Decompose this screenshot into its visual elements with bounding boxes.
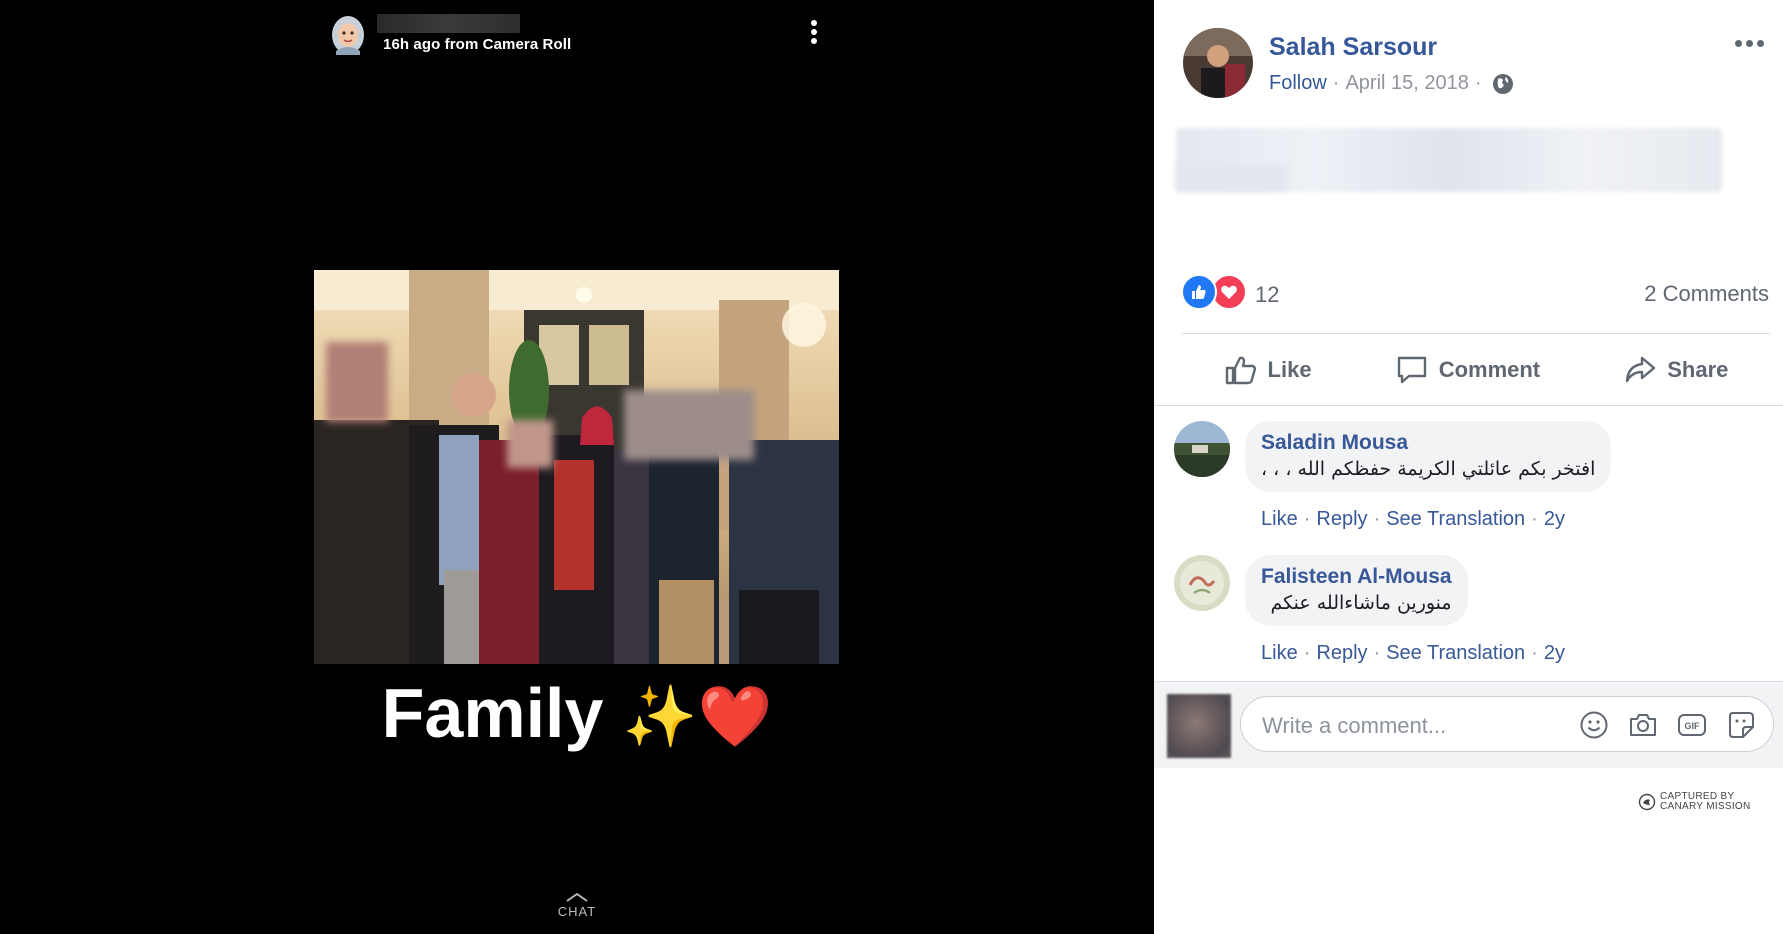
post-date[interactable]: April 15, 2018	[1345, 72, 1468, 95]
separator: ·	[1373, 642, 1381, 664]
comment-placeholder: Write a comment...	[1262, 713, 1447, 738]
canary-mission-watermark: CAPTURED BY CANARY MISSION	[1638, 792, 1751, 812]
chat-label: CHAT	[557, 904, 597, 919]
post-subline: Follow · April 15, 2018 ·	[1269, 72, 1514, 95]
divider	[1154, 405, 1783, 406]
separator: ·	[1332, 72, 1340, 94]
canary-logo-icon	[1638, 793, 1656, 811]
separator: ·	[1474, 72, 1482, 94]
redacted-post-text-line2	[1176, 165, 1286, 191]
redacted-username	[377, 14, 520, 33]
comment-actions: Like · Reply · See Translation · 2y	[1261, 508, 1565, 531]
gif-icon[interactable]: GIF	[1676, 709, 1708, 741]
reaction-count: 12	[1255, 282, 1280, 307]
heart-emoji: ❤️	[697, 683, 773, 750]
story-viewer: 16h ago from Camera Roll Family ✨❤️ CHAT	[0, 0, 1154, 934]
comments-count[interactable]: 2 Comments	[1644, 281, 1769, 307]
share-icon	[1626, 356, 1656, 383]
see-translation-link[interactable]: See Translation	[1386, 508, 1525, 531]
share-label: Share	[1667, 357, 1729, 382]
comment-text: افتخر بكم عائلتي الكريمة حفظكم الله ، ، …	[1261, 458, 1596, 480]
chevron-up-icon	[566, 892, 588, 902]
comment-icon	[1397, 356, 1426, 384]
comment-reply-link[interactable]: Reply	[1316, 642, 1367, 665]
emoji-icon[interactable]	[1578, 709, 1610, 741]
follow-link[interactable]: Follow	[1269, 72, 1327, 95]
globe-icon[interactable]	[1492, 73, 1514, 95]
svg-text:GIF: GIF	[1685, 721, 1701, 731]
story-photo	[314, 270, 839, 664]
comment-like-link[interactable]: Like	[1261, 642, 1298, 665]
story-timestamp: 16h ago from Camera Roll	[383, 36, 572, 53]
like-label: Like	[1267, 357, 1312, 382]
comment-composer: Write a comment... GIF	[1154, 681, 1783, 768]
more-dots-icon[interactable]	[1735, 36, 1767, 50]
sparkles-emoji: ✨	[622, 683, 698, 750]
sticker-icon[interactable]	[1725, 709, 1757, 741]
comment-button[interactable]: Comment	[1395, 354, 1540, 386]
composer-icons: GIF	[1578, 709, 1757, 741]
like-reaction-icon	[1181, 274, 1217, 310]
commenter-avatar[interactable]	[1174, 421, 1230, 477]
commenter-avatar[interactable]	[1174, 555, 1230, 611]
comment-age[interactable]: 2y	[1544, 642, 1565, 665]
comment-age[interactable]: 2y	[1544, 508, 1565, 531]
comment-actions: Like · Reply · See Translation · 2y	[1261, 642, 1565, 665]
story-caption: Family ✨❤️	[0, 673, 1154, 753]
story-caption-text: Family	[381, 674, 604, 752]
reactions-summary[interactable]: 12	[1181, 274, 1280, 310]
viewer-avatar	[1167, 694, 1231, 758]
author-name[interactable]: Salah Sarsour	[1269, 33, 1437, 62]
commenter-name[interactable]: Saladin Mousa	[1261, 431, 1595, 455]
separator: ·	[1531, 508, 1538, 530]
comment-like-link[interactable]: Like	[1261, 508, 1298, 531]
watermark-line2: CANARY MISSION	[1660, 801, 1751, 812]
like-button[interactable]: Like	[1224, 354, 1312, 386]
author-avatar[interactable]	[1183, 28, 1253, 98]
commenter-name[interactable]: Falisteen Al-Mousa	[1261, 565, 1452, 589]
separator: ·	[1531, 642, 1538, 664]
chat-button[interactable]: CHAT	[0, 892, 1154, 919]
divider	[1182, 333, 1770, 334]
comment-bubble: Saladin Mousa افتخر بكم عائلتي الكريمة ح…	[1245, 421, 1612, 492]
separator: ·	[1303, 642, 1311, 664]
post-actions: Like Comment Share	[1182, 344, 1770, 396]
facebook-post: Salah Sarsour Follow · April 15, 2018 · …	[1154, 0, 1783, 934]
thumbs-up-icon	[1225, 356, 1256, 385]
vertical-dots-icon[interactable]	[806, 20, 822, 50]
comment-text: منورين ماشاءالله عنكم	[1270, 592, 1452, 614]
camera-icon[interactable]	[1627, 709, 1659, 741]
bitmoji-avatar[interactable]	[330, 13, 366, 55]
comment-bubble: Falisteen Al-Mousa منورين ماشاءالله عنكم	[1245, 555, 1468, 626]
separator: ·	[1303, 508, 1311, 530]
see-translation-link[interactable]: See Translation	[1386, 642, 1525, 665]
comment-reply-link[interactable]: Reply	[1316, 508, 1367, 531]
share-button[interactable]: Share	[1623, 354, 1728, 386]
separator: ·	[1373, 508, 1381, 530]
comment-label: Comment	[1438, 357, 1541, 382]
comment-input[interactable]: Write a comment... GIF	[1240, 696, 1774, 752]
